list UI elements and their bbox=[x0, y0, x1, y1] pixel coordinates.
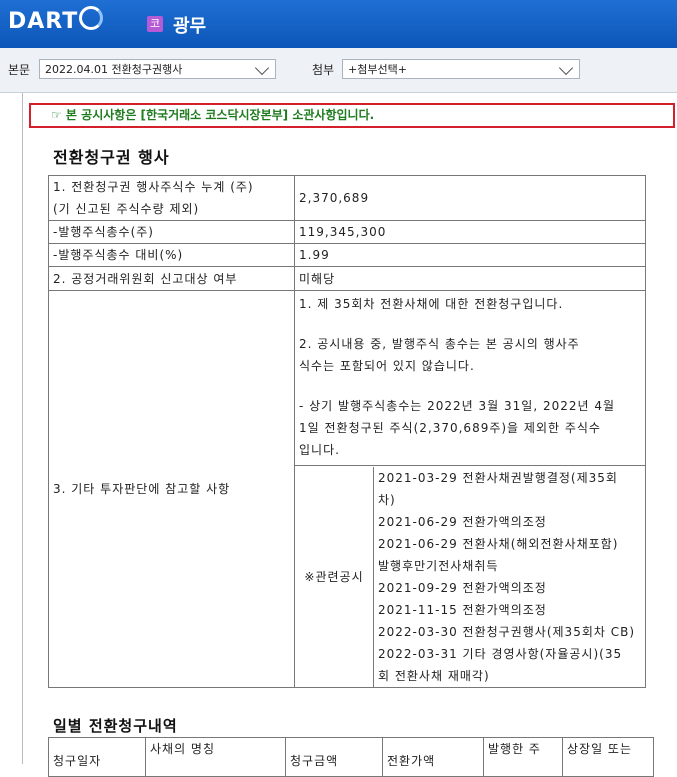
document-viewer[interactable]: ☞ 본 공시사항은 [한국거래소 코스닥시장본부] 소관사항입니다. 전환청구권… bbox=[0, 93, 677, 777]
row-label: 2. 공정거래위원회 신고대상 여부 bbox=[48, 266, 295, 291]
corp-type-badge: 코 bbox=[147, 16, 163, 32]
main-doc-select[interactable]: 2022.04.01 전환청구권행사 bbox=[39, 59, 276, 79]
table-row: -발행주식총수 대비(%) 1.99 bbox=[48, 243, 646, 267]
row-label: 1. 전환청구권 행사주식수 누계 (주) (기 신고된 주식수량 제외) bbox=[48, 175, 295, 221]
table-header-row: 청구일자 사채의 명칭 청구금액 전환가액 발행한 주 상장일 또는 bbox=[48, 737, 654, 777]
column-header: 발행한 주 bbox=[483, 737, 563, 777]
logo-ring-icon bbox=[79, 6, 104, 30]
jurisdiction-notice: ☞ 본 공시사항은 [한국거래소 코스닥시장본부] 소관사항입니다. bbox=[29, 103, 675, 128]
column-header: 청구금액 bbox=[285, 737, 383, 777]
table-row: 1. 전환청구권 행사주식수 누계 (주) (기 신고된 주식수량 제외) 2,… bbox=[48, 175, 646, 221]
column-header: 상장일 또는 bbox=[562, 737, 654, 777]
related-link[interactable]: 2021-03-29 전환사채권발행결정(제35회 차) bbox=[378, 467, 641, 511]
company-name: 광무 bbox=[173, 16, 207, 37]
logo-text: DART bbox=[8, 9, 79, 34]
row-value: 1.99 bbox=[294, 243, 646, 267]
column-header: 사채의 명칭 bbox=[145, 737, 286, 777]
related-disclosures-cell: ※관련공시 2021-03-29 전환사채권발행결정(제35회 차) 2021-0… bbox=[294, 465, 646, 688]
related-link[interactable]: 2022-03-31 기타 경영사항(자율공시)(35 회 전환사채 재매각) bbox=[378, 643, 641, 687]
document-title: 전환청구권 행사 bbox=[53, 148, 170, 167]
related-link[interactable]: 2021-06-29 전환사채(해외전환사채포함) 발행후만기전사채취득 bbox=[378, 533, 641, 577]
row-value: 미해당 bbox=[294, 266, 646, 291]
daily-conversion-title: 일별 전환청구내역 bbox=[53, 717, 178, 735]
document-selector-bar: 본문 2022.04.01 전환청구권행사 첨부 +첨부선택+ bbox=[0, 48, 677, 93]
reference-notes: 1. 제 35회차 전환사채에 대한 전환청구입니다. 2. 공시내용 중, 발… bbox=[294, 290, 646, 466]
daily-conversion-table: 청구일자 사채의 명칭 청구금액 전환가액 발행한 주 상장일 또는 bbox=[48, 737, 654, 777]
attachment-select-value: +첨부선택+ bbox=[348, 63, 407, 76]
column-header: 전환가액 bbox=[382, 737, 484, 777]
table-row: 3. 기타 투자판단에 참고할 사항 1. 제 35회차 전환사채에 대한 전환… bbox=[48, 290, 646, 688]
row-label: -발행주식총수 대비(%) bbox=[48, 243, 295, 267]
chevron-down-icon bbox=[558, 60, 574, 76]
attachment-select[interactable]: +첨부선택+ bbox=[342, 59, 580, 79]
attachment-label: 첨부 bbox=[312, 63, 335, 77]
related-disclosures: ※관련공시 2021-03-29 전환사채권발행결정(제35회 차) 2021-0… bbox=[295, 466, 646, 687]
main-doc-select-value: 2022.04.01 전환청구권행사 bbox=[45, 63, 183, 76]
related-list: 2021-03-29 전환사채권발행결정(제35회 차) 2021-06-29 전… bbox=[374, 467, 646, 687]
chevron-down-icon bbox=[254, 60, 270, 76]
related-link[interactable]: 2021-11-15 전환가액의조정 bbox=[378, 599, 641, 621]
row-value: 2,370,689 bbox=[294, 175, 646, 221]
row-label: -발행주식총수(주) bbox=[48, 220, 295, 244]
table-row: 2. 공정거래위원회 신고대상 여부 미해당 bbox=[48, 266, 646, 291]
column-header: 청구일자 bbox=[48, 737, 146, 777]
row-label: 3. 기타 투자판단에 참고할 사항 bbox=[48, 290, 295, 688]
dart-logo[interactable]: DART bbox=[8, 6, 104, 34]
main-doc-label: 본문 bbox=[8, 63, 31, 77]
related-link[interactable]: 2021-09-29 전환가액의조정 bbox=[378, 577, 641, 599]
related-link[interactable]: 2021-06-29 전환가액의조정 bbox=[378, 511, 641, 533]
related-disclosures-label: ※관련공시 bbox=[295, 466, 374, 687]
related-link[interactable]: 2022-03-30 전환청구권행사(제35회차 CB) bbox=[378, 621, 641, 643]
disclosure-table: 1. 전환청구권 행사주식수 누계 (주) (기 신고된 주식수량 제외) 2,… bbox=[48, 175, 646, 688]
row-value: 119,345,300 bbox=[294, 220, 646, 244]
top-bar: DART 코 광무 bbox=[0, 0, 677, 48]
table-row: -발행주식총수(주) 119,345,300 bbox=[48, 220, 646, 244]
viewer-left-border bbox=[22, 93, 23, 764]
